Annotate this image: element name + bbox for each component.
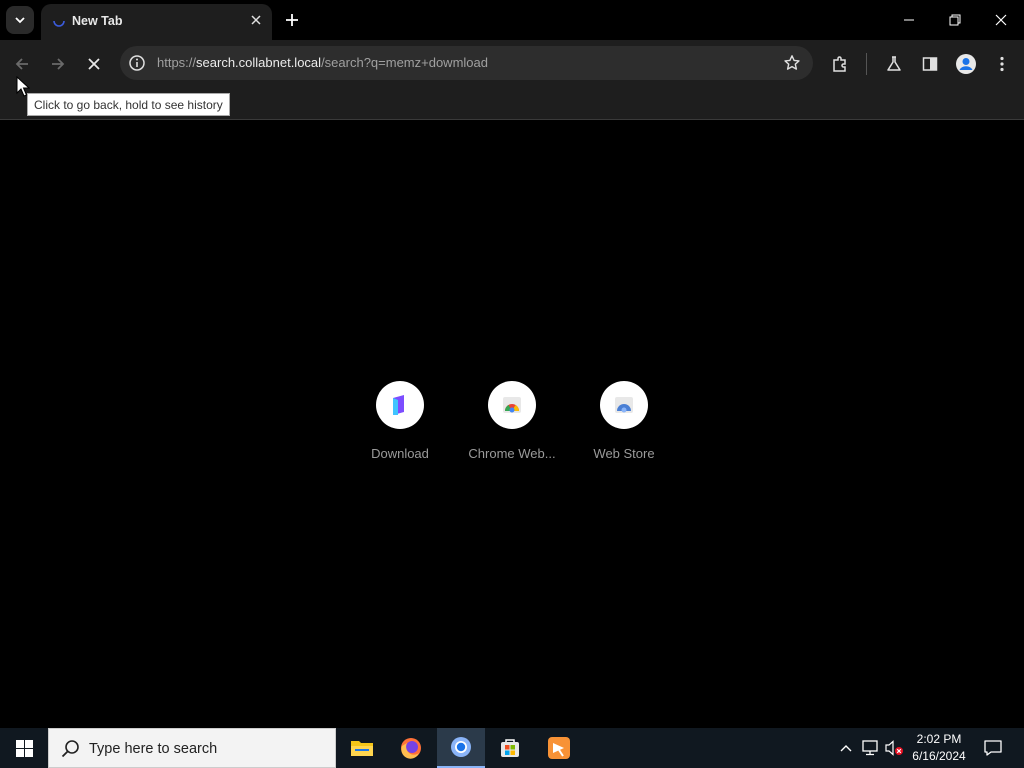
taskbar-search-box[interactable]: Type here to search bbox=[48, 728, 336, 768]
minimize-icon bbox=[904, 19, 914, 21]
puzzle-icon bbox=[833, 56, 846, 72]
plus-icon bbox=[286, 14, 298, 26]
close-icon bbox=[995, 14, 1007, 26]
screen: New Tab https://search.collabnet.local/s… bbox=[0, 0, 1024, 768]
shortcut-label: Chrome Web... bbox=[468, 446, 556, 461]
minimize-button[interactable] bbox=[886, 0, 932, 40]
flask-icon bbox=[887, 56, 901, 71]
action-center-button[interactable] bbox=[978, 728, 1008, 768]
url-host: search.collabnet.local bbox=[196, 55, 322, 70]
kebab-menu-icon bbox=[1000, 56, 1004, 72]
volume-status[interactable] bbox=[884, 738, 904, 758]
taskbar: Type here to search 2:02 PM 6/16/2024 bbox=[0, 728, 1024, 768]
search-icon bbox=[61, 740, 79, 758]
back-button-tooltip: Click to go back, hold to see history bbox=[27, 93, 230, 116]
star-icon[interactable] bbox=[783, 54, 801, 72]
system-clock[interactable]: 2:02 PM 6/16/2024 bbox=[904, 731, 974, 765]
avatar-icon bbox=[956, 54, 976, 74]
forward-button[interactable] bbox=[44, 50, 72, 78]
shortcut-web-store[interactable]: Web Store bbox=[572, 381, 676, 471]
file-explorer-icon bbox=[351, 741, 373, 756]
tab-search-button[interactable] bbox=[6, 6, 34, 34]
close-icon bbox=[88, 58, 100, 70]
tab-title: New Tab bbox=[72, 14, 123, 28]
shortcut-download[interactable]: Download bbox=[348, 381, 452, 471]
show-hidden-icons-button[interactable] bbox=[836, 738, 856, 758]
speaker-muted-icon bbox=[885, 740, 903, 756]
download-shortcut-icon bbox=[393, 395, 404, 415]
chevron-up-icon bbox=[840, 745, 852, 752]
app-icon bbox=[548, 737, 570, 759]
web-store-icon bbox=[615, 397, 633, 413]
tab-new-tab[interactable]: New Tab bbox=[41, 4, 272, 40]
new-tab-page: Download Chrome Web... Web Store bbox=[0, 121, 1024, 728]
shortcut-label: Web Store bbox=[593, 446, 655, 461]
clock-time: 2:02 PM bbox=[916, 732, 962, 746]
browser-toolbar: https://search.collabnet.local/search?q=… bbox=[0, 40, 1024, 88]
firefox-icon bbox=[401, 738, 421, 759]
side-panel-icon bbox=[922, 57, 938, 71]
new-tab-button[interactable] bbox=[280, 8, 304, 32]
address-bar[interactable]: https://search.collabnet.local/search?q=… bbox=[120, 46, 813, 80]
close-window-button[interactable] bbox=[978, 0, 1024, 40]
clock-date: 6/16/2024 bbox=[912, 749, 966, 763]
chrome-icon bbox=[451, 737, 471, 757]
profile-button[interactable] bbox=[954, 52, 978, 76]
notification-icon bbox=[984, 740, 1002, 756]
arrow-right-icon bbox=[52, 58, 65, 70]
shortcut-label: Download bbox=[371, 446, 429, 461]
taskbar-chrome[interactable] bbox=[437, 728, 485, 768]
shortcut-icon-circle bbox=[376, 381, 424, 429]
labs-button[interactable] bbox=[882, 52, 906, 76]
shortcut-icon-circle bbox=[600, 381, 648, 429]
url-text: https://search.collabnet.local/search?q=… bbox=[157, 55, 488, 70]
back-button[interactable] bbox=[8, 50, 36, 78]
windows-icon bbox=[15, 739, 33, 757]
taskbar-microsoft-store[interactable] bbox=[486, 728, 534, 768]
stop-button[interactable] bbox=[80, 50, 108, 78]
chrome-web-store-icon bbox=[503, 397, 521, 413]
tab-close-button[interactable] bbox=[248, 12, 264, 28]
taskbar-firefox[interactable] bbox=[387, 728, 435, 768]
taskbar-app[interactable] bbox=[535, 728, 583, 768]
extensions-button[interactable] bbox=[828, 52, 852, 76]
restore-icon bbox=[949, 14, 961, 26]
site-info-icon[interactable] bbox=[128, 54, 146, 72]
taskbar-file-explorer[interactable] bbox=[338, 728, 386, 768]
arrow-left-icon bbox=[15, 58, 28, 70]
toolbar-divider bbox=[866, 53, 867, 75]
url-scheme: https:// bbox=[157, 55, 197, 70]
network-icon bbox=[862, 740, 878, 756]
loading-spinner-icon bbox=[53, 20, 65, 27]
restore-button[interactable] bbox=[932, 0, 978, 40]
start-button[interactable] bbox=[0, 728, 48, 768]
menu-button[interactable] bbox=[990, 52, 1014, 76]
close-icon bbox=[251, 15, 261, 25]
search-placeholder: Type here to search bbox=[89, 741, 218, 757]
shortcut-chrome-web-store[interactable]: Chrome Web... bbox=[460, 381, 564, 471]
microsoft-store-icon bbox=[501, 739, 519, 757]
network-status[interactable] bbox=[860, 738, 880, 758]
url-path: /search?q=memz+dowmload bbox=[321, 55, 488, 70]
tab-strip: New Tab bbox=[0, 0, 1024, 40]
side-panel-button[interactable] bbox=[918, 52, 942, 76]
shortcut-icon-circle bbox=[488, 381, 536, 429]
mouse-cursor-icon bbox=[16, 76, 30, 97]
chevron-down-icon bbox=[15, 17, 25, 24]
